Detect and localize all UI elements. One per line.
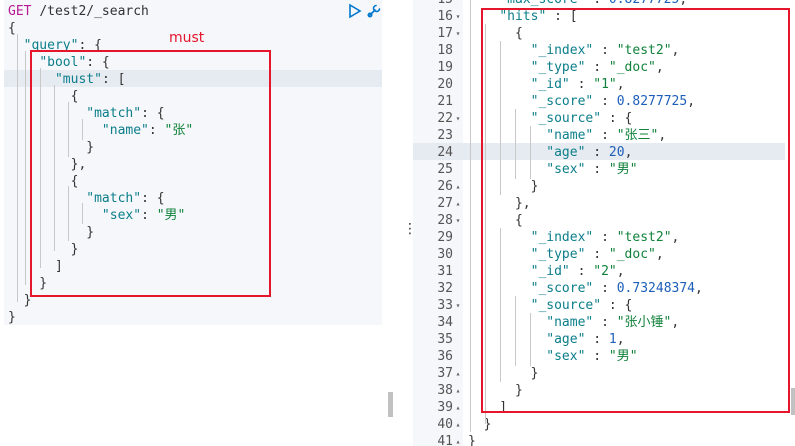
fold-collapse-icon[interactable]: ▾: [453, 25, 463, 42]
fold-end-icon[interactable]: ▴: [453, 416, 463, 433]
line-number: 28: [437, 213, 453, 228]
code-text: }: [8, 310, 16, 325]
request-path: /test2/_search: [39, 4, 149, 19]
fold-end-icon[interactable]: ▴: [453, 399, 463, 416]
request-line-method: GET /test2/_search: [8, 3, 149, 20]
line-number: 22: [437, 111, 453, 126]
line-number: 34: [437, 315, 453, 330]
line-number: 23: [437, 128, 453, 143]
line-number: 20: [437, 77, 453, 92]
fold-end-icon[interactable]: ▴: [453, 382, 463, 399]
response-line: }: [468, 433, 476, 446]
line-number: 37: [437, 366, 453, 381]
indent-guide: [17, 34, 18, 302]
indent-guide: [470, 0, 471, 432]
fold-collapse-icon[interactable]: ▾: [453, 297, 463, 314]
line-number: 32: [437, 281, 453, 296]
line-number: 38: [437, 383, 453, 398]
code-text: ,: [679, 0, 687, 7]
http-method: GET: [8, 4, 40, 19]
line-number: 40: [437, 417, 453, 432]
code-text: }: [468, 417, 492, 432]
request-editor[interactable]: GET /test2/_search{ "query": { "bool": {…: [0, 0, 396, 446]
code-text: }: [8, 293, 32, 308]
line-number: 39: [437, 400, 453, 415]
request-line: {: [8, 20, 16, 37]
line-number: 25: [437, 162, 453, 177]
wrench-icon: [367, 4, 381, 18]
line-number: 36: [437, 349, 453, 364]
line-number: 35: [437, 332, 453, 347]
code-text: {: [8, 21, 16, 36]
fold-end-icon[interactable]: ▴: [453, 365, 463, 382]
play-icon: [349, 3, 362, 19]
response-viewer[interactable]: 15 "max_score" : 0.8277725,16▾ "hits" : …: [413, 0, 795, 446]
run-request-button[interactable]: [348, 3, 364, 19]
fold-collapse-icon[interactable]: ▾: [453, 110, 463, 127]
request-line: }: [8, 309, 16, 326]
fold-end-icon[interactable]: ▴: [453, 195, 463, 212]
line-number: 17: [437, 26, 453, 41]
fold-collapse-icon[interactable]: ▾: [453, 8, 463, 25]
line-number: 27: [437, 196, 453, 211]
line-number: 16: [437, 9, 453, 24]
fold-end-icon[interactable]: ▴: [453, 178, 463, 195]
line-number: 29: [437, 230, 453, 245]
code-text: }: [468, 434, 476, 446]
must-annotation: must: [169, 30, 205, 46]
line-number: 30: [437, 247, 453, 262]
line-number: 19: [437, 60, 453, 75]
fold-collapse-icon[interactable]: ▾: [453, 212, 463, 229]
line-number: 41: [437, 434, 453, 446]
json-key: "max_score": [499, 0, 585, 7]
code-text: :: [585, 0, 608, 7]
request-line: }: [8, 292, 32, 309]
request-settings-button[interactable]: [366, 3, 382, 19]
line-number: 31: [437, 264, 453, 279]
line-number: 21: [437, 94, 453, 109]
line-number: 24: [437, 145, 453, 160]
json-number: 0.8277725: [609, 0, 679, 7]
response-scrollbar[interactable]: [791, 388, 795, 415]
line-number: 33: [437, 298, 453, 313]
must-highlight-box: [30, 50, 271, 297]
request-scrollbar[interactable]: [388, 392, 393, 417]
indent-guide: [25, 51, 26, 285]
hits-highlight-box: [481, 8, 790, 413]
line-number: 18: [437, 43, 453, 58]
line-number: 15: [413, 0, 453, 8]
response-line: "max_score" : 0.8277725,: [468, 0, 687, 8]
fold-end-icon[interactable]: ▴: [453, 433, 463, 446]
response-line: }: [468, 416, 492, 433]
line-number: 26: [437, 179, 453, 194]
